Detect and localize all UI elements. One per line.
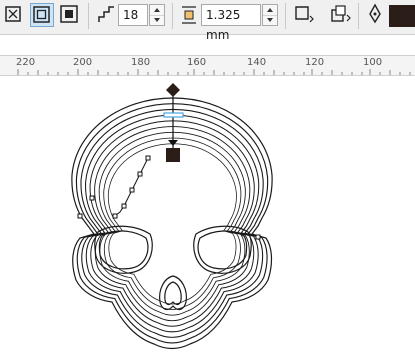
steps-decrement-button[interactable]: [150, 15, 164, 25]
contour-steps-spinner[interactable]: [149, 4, 165, 26]
start-diamond-handle[interactable]: [166, 83, 180, 97]
skull-contour-artwork[interactable]: [0, 76, 415, 357]
contour-lines: [71, 97, 273, 350]
contour-outside-button[interactable]: [58, 3, 82, 27]
offset-decrement-button[interactable]: [263, 15, 277, 25]
ruler-label: 180: [131, 57, 151, 68]
pen-nib-icon: [369, 3, 381, 24]
contour-center-icon: [5, 6, 21, 22]
eye-sockets: [94, 225, 252, 274]
ruler-label: 140: [247, 57, 267, 68]
separator: [285, 3, 286, 29]
ruler-label: 100: [363, 57, 383, 68]
separator: [358, 3, 359, 29]
ruler-label: 200: [73, 57, 93, 68]
property-bar: 18 1.325 mm: [0, 0, 415, 42]
end-square-handle[interactable]: [166, 148, 180, 162]
horizontal-ruler[interactable]: 220 200 180 160 140 120 100: [0, 55, 415, 76]
fill-color-swatch[interactable]: [389, 5, 415, 27]
contour-inside-button[interactable]: [30, 3, 54, 27]
outline-color-button[interactable]: [364, 3, 388, 27]
contour-offset-input[interactable]: 1.325 mm: [201, 4, 261, 42]
contour-offset-icon: [182, 6, 196, 24]
contour-steps-input[interactable]: 18: [118, 4, 148, 26]
contour-color-blend-button[interactable]: [328, 3, 352, 27]
separator: [88, 3, 89, 29]
ruler-label: 160: [187, 57, 207, 68]
contour-steps-icon: [98, 6, 114, 22]
contour-inside-icon: [33, 6, 50, 23]
ruler-label: 120: [305, 57, 325, 68]
nose-cavity: [159, 275, 187, 311]
contour-corners-button[interactable]: [292, 3, 316, 27]
contour-outside-icon: [60, 5, 78, 23]
contour-direction-vector[interactable]: [163, 83, 184, 162]
contour-offset-spinner[interactable]: [262, 4, 278, 26]
contour-corners-icon: [295, 6, 314, 23]
separator: [172, 3, 173, 29]
contour-midpoint-slider[interactable]: [163, 112, 184, 118]
ruler-ticks: [17, 69, 411, 75]
color-blend-icon: [331, 5, 351, 22]
contour-offset-label: [178, 3, 202, 27]
contour-to-center-button[interactable]: [2, 3, 26, 27]
contour-steps-label: [96, 3, 120, 27]
drawing-canvas[interactable]: [0, 76, 415, 357]
ruler-label: 220: [16, 57, 36, 68]
